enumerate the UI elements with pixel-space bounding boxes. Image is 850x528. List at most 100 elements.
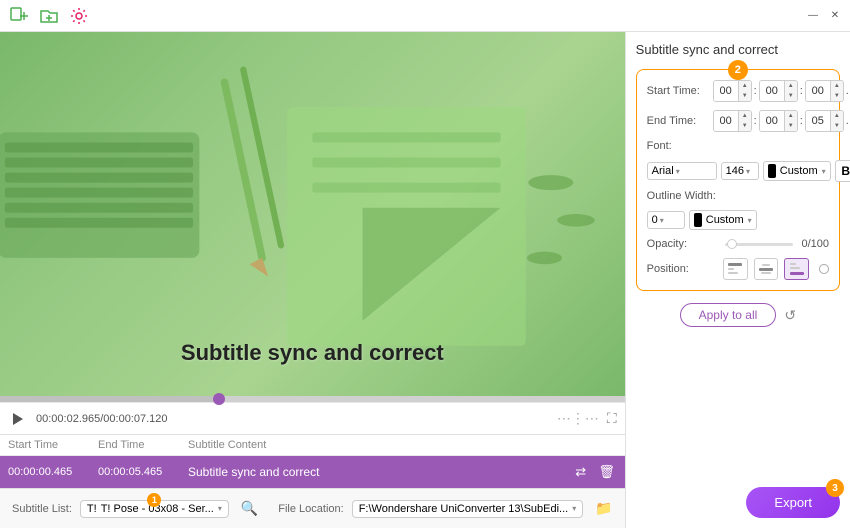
table-header: Start Time End Time Subtitle Content bbox=[0, 435, 625, 456]
end-seconds-field[interactable] bbox=[806, 111, 830, 131]
progress-bar[interactable] bbox=[0, 396, 625, 402]
time-display: 00:00:02.965/00:00:07.120 bbox=[36, 413, 549, 425]
end-hours-input[interactable]: ▲ ▼ bbox=[713, 110, 752, 132]
outline-width-select[interactable]: 0 ▾ bbox=[647, 211, 685, 229]
opacity-label: Opacity: bbox=[647, 238, 717, 250]
end-minutes-input[interactable]: ▲ ▼ bbox=[759, 110, 798, 132]
file-path-select[interactable]: F:\Wondershare UniConverter 13\SubEdi...… bbox=[352, 500, 584, 518]
start-seconds-field[interactable] bbox=[806, 81, 830, 101]
end-hours-field[interactable] bbox=[714, 111, 738, 131]
font-family-value: Arial bbox=[652, 165, 674, 177]
export-row: 3 Export bbox=[636, 483, 840, 518]
colon-2: : bbox=[800, 85, 803, 97]
colon-3: . bbox=[846, 85, 849, 97]
row-sync-button[interactable]: ⇄ bbox=[571, 462, 591, 482]
position-center-button[interactable] bbox=[754, 258, 779, 280]
start-minutes-field[interactable] bbox=[760, 81, 784, 101]
add-folder-icon[interactable] bbox=[38, 5, 60, 27]
apply-row: Apply to all ↺ bbox=[636, 303, 840, 327]
bold-button[interactable]: B bbox=[835, 160, 850, 182]
play-button[interactable] bbox=[8, 409, 28, 429]
controls-bar: 00:00:02.965/00:00:07.120 ⋯⋮⋯ ⛶ bbox=[0, 402, 625, 434]
col-header-start: Start Time bbox=[8, 439, 98, 451]
end-time-row: End Time: ▲ ▼ : bbox=[647, 110, 829, 132]
start-sec-up[interactable]: ▲ bbox=[831, 81, 843, 91]
colon-6: . bbox=[846, 115, 849, 127]
outline-label: Outline Width: bbox=[647, 190, 717, 202]
start-hours-up[interactable]: ▲ bbox=[739, 81, 751, 91]
start-minutes-input[interactable]: ▲ ▼ bbox=[759, 80, 798, 102]
end-sec-down[interactable]: ▼ bbox=[831, 121, 843, 131]
file-chevron-icon: ▾ bbox=[572, 504, 576, 513]
chevron-down-icon: ▾ bbox=[218, 504, 222, 513]
search-button[interactable]: 🔍 bbox=[241, 500, 258, 517]
panel-title: Subtitle sync and correct bbox=[636, 42, 840, 57]
right-panel: Subtitle sync and correct 2 Start Time: … bbox=[625, 32, 850, 528]
font-controls: Arial ▾ 146 ▾ Custom ▾ B I U bbox=[647, 160, 850, 182]
position-custom-button[interactable] bbox=[819, 264, 829, 274]
settings-icon[interactable] bbox=[68, 5, 90, 27]
font-color-select[interactable]: Custom ▾ bbox=[763, 161, 831, 181]
end-hours-up[interactable]: ▲ bbox=[739, 111, 751, 121]
end-seconds-input[interactable]: ▲ ▼ bbox=[805, 110, 844, 132]
font-label: Font: bbox=[647, 140, 717, 152]
start-min-up[interactable]: ▲ bbox=[785, 81, 797, 91]
start-seconds-input[interactable]: ▲ ▼ bbox=[805, 80, 844, 102]
subtitle-list-select[interactable]: 1 T! T! Pose - 03x08 - Ser... ▾ bbox=[80, 500, 229, 518]
position-top-left-button[interactable] bbox=[723, 258, 748, 280]
apply-all-button[interactable]: Apply to all bbox=[680, 303, 777, 327]
end-time-inputs: ▲ ▼ : ▲ ▼ bbox=[713, 110, 850, 132]
start-sec-down[interactable]: ▼ bbox=[831, 91, 843, 101]
opacity-thumb[interactable] bbox=[727, 239, 737, 249]
start-hours-down[interactable]: ▼ bbox=[739, 91, 751, 101]
font-color-swatch bbox=[768, 164, 776, 178]
left-panel: Subtitle sync and correct 00:00:02.965/0… bbox=[0, 32, 625, 528]
badge-2: 2 bbox=[728, 60, 748, 80]
add-file-icon[interactable] bbox=[8, 5, 30, 27]
row-end-time: 00:00:05.465 bbox=[98, 466, 188, 478]
row-delete-button[interactable]: 🗑 bbox=[597, 462, 617, 482]
waveform-icon: ⋯⋮⋯ bbox=[557, 410, 599, 427]
refresh-icon[interactable]: ↺ bbox=[784, 307, 796, 324]
font-color-value: Custom bbox=[780, 165, 818, 177]
titlebar-icons bbox=[8, 5, 90, 27]
folder-icon[interactable]: 📁 bbox=[595, 500, 612, 517]
start-time-inputs: ▲ ▼ : ▲ ▼ bbox=[713, 80, 850, 102]
minimize-button[interactable]: — bbox=[806, 9, 820, 23]
color-chevron-icon: ▾ bbox=[822, 167, 826, 176]
end-min-up[interactable]: ▲ bbox=[785, 111, 797, 121]
size-chevron-icon: ▾ bbox=[746, 167, 750, 176]
col-header-end: End Time bbox=[98, 439, 188, 451]
export-button[interactable]: 3 Export bbox=[746, 487, 840, 518]
close-button[interactable]: ✕ bbox=[828, 9, 842, 23]
opacity-row: Opacity: 0/100 bbox=[647, 238, 829, 250]
subtitle-list-label: Subtitle List: bbox=[12, 503, 72, 515]
position-label: Position: bbox=[647, 263, 717, 275]
font-chevron-icon: ▾ bbox=[676, 167, 680, 176]
outline-color-select[interactable]: Custom ▾ bbox=[689, 210, 757, 230]
colon-4: : bbox=[754, 115, 757, 127]
font-family-select[interactable]: Arial ▾ bbox=[647, 162, 717, 180]
fullscreen-icon[interactable]: ⛶ bbox=[607, 410, 617, 427]
outline-color-value: Custom bbox=[706, 214, 744, 226]
end-hours-down[interactable]: ▼ bbox=[739, 121, 751, 131]
row-actions: ⇄ 🗑 bbox=[571, 462, 617, 482]
start-hours-field[interactable] bbox=[714, 81, 738, 101]
progress-thumb[interactable] bbox=[213, 393, 225, 405]
position-bottom-button[interactable] bbox=[784, 258, 809, 280]
opacity-slider[interactable] bbox=[725, 243, 794, 246]
outline-width-value: 0 bbox=[652, 214, 658, 226]
table-row[interactable]: 00:00:00.465 00:00:05.465 Subtitle sync … bbox=[0, 456, 625, 488]
row-start-time: 00:00:00.465 bbox=[8, 466, 98, 478]
start-min-down[interactable]: ▼ bbox=[785, 91, 797, 101]
badge-1: 1 bbox=[147, 493, 161, 507]
bottom-bar: Subtitle List: 1 T! T! Pose - 03x08 - Se… bbox=[0, 488, 625, 528]
end-sec-up[interactable]: ▲ bbox=[831, 111, 843, 121]
end-minutes-field[interactable] bbox=[760, 111, 784, 131]
start-hours-input[interactable]: ▲ ▼ bbox=[713, 80, 752, 102]
export-label: Export bbox=[774, 495, 812, 510]
outline-chevron-icon: ▾ bbox=[660, 216, 664, 225]
start-time-row: Start Time: ▲ ▼ : bbox=[647, 80, 829, 102]
end-min-down[interactable]: ▼ bbox=[785, 121, 797, 131]
font-size-select[interactable]: 146 ▾ bbox=[721, 162, 759, 180]
